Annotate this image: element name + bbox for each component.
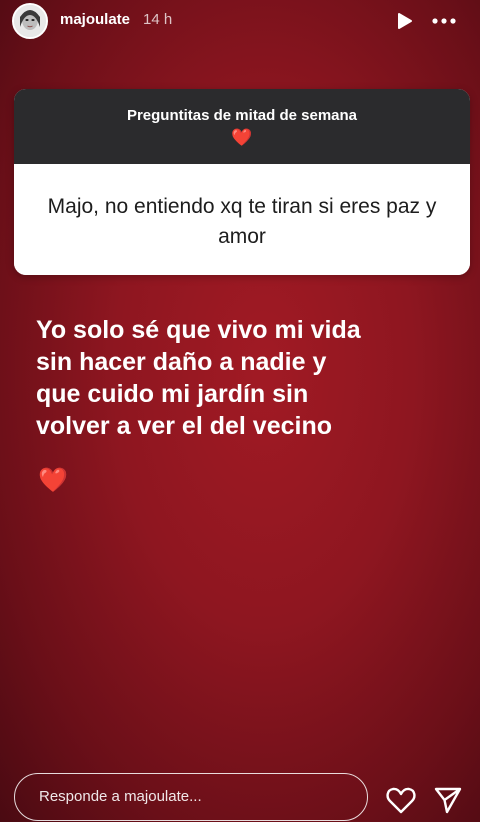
avatar[interactable] [12, 3, 48, 39]
story-header: majoulate 14 h [0, 0, 480, 42]
username[interactable]: majoulate [60, 11, 130, 28]
question-sticker: Preguntitas de mitad de semana ❤️ Majo, … [14, 89, 470, 275]
heart-emoji: ❤️ [38, 467, 68, 494]
question-sticker-title: Preguntitas de mitad de semana [126, 107, 358, 124]
question-sticker-header: Preguntitas de mitad de semana ❤️ [14, 89, 470, 164]
avatar-image [14, 5, 46, 37]
question-text: Majo, no entiendo xq te tiran si eres pa… [47, 195, 437, 248]
heart-emoji: ❤️ [231, 128, 253, 147]
answer-text: Yo solo sé que vivo mi vida sin hacer da… [36, 316, 361, 440]
question-sticker-body: Majo, no entiendo xq te tiran si eres pa… [14, 164, 470, 275]
play-icon[interactable] [396, 12, 414, 30]
heart-icon[interactable] [386, 786, 416, 814]
reply-input[interactable]: Responde a majoulate... [14, 773, 368, 821]
timestamp: 14 h [143, 11, 173, 28]
more-icon[interactable] [431, 13, 457, 29]
reply-placeholder: Responde a majoulate... [39, 788, 202, 805]
send-icon[interactable] [433, 785, 463, 815]
